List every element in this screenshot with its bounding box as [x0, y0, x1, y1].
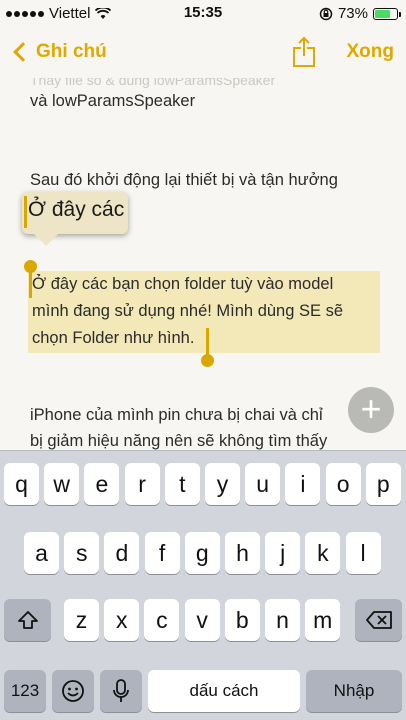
key-u[interactable]: u [245, 463, 281, 505]
key-j[interactable]: j [265, 532, 301, 574]
selected-line: chọn Folder như hình. [32, 329, 195, 347]
keyboard: qwertyuiop asdfghjkl zxcvbnm 123 dấu các… [0, 450, 406, 720]
key-q[interactable]: q [4, 463, 39, 505]
key-z[interactable]: z [64, 599, 99, 641]
key-h[interactable]: h [225, 532, 260, 574]
backspace-key[interactable] [355, 599, 402, 641]
dictation-key[interactable] [100, 670, 142, 712]
back-label: Ghi chú [36, 41, 107, 62]
key-r[interactable]: r [124, 463, 160, 505]
space-key[interactable]: dấu cách [148, 670, 300, 712]
emoji-icon [62, 680, 84, 702]
key-s[interactable]: s [64, 532, 100, 574]
key-x[interactable]: x [104, 599, 140, 641]
note-line-faded: Thay file so & dung lowParamsSpeaker [30, 78, 276, 88]
note-line: bị giảm hiệu năng nên sẽ không tìm thấy [30, 432, 328, 450]
selection-end-caret [206, 328, 209, 356]
key-y[interactable]: y [205, 463, 240, 505]
key-p[interactable]: p [365, 463, 401, 505]
plus-icon[interactable]: + [348, 387, 394, 433]
key-m[interactable]: m [305, 599, 341, 641]
key-g[interactable]: g [184, 532, 220, 574]
key-b[interactable]: b [224, 599, 260, 641]
text-magnifier: Ở đây các [22, 192, 128, 246]
back-button[interactable]: Ghi chú [12, 41, 107, 63]
share-icon[interactable] [290, 36, 318, 68]
key-l[interactable]: l [345, 532, 381, 574]
note-line: Sau đó khởi động lại thiết bị và tận hưở… [30, 171, 338, 189]
magnifier-text: Ở đây các [28, 198, 125, 221]
battery-icon [373, 7, 401, 20]
return-key[interactable]: Nhập [306, 670, 402, 712]
key-c[interactable]: c [144, 599, 180, 641]
nav-bar: Ghi chú Xong [0, 28, 406, 78]
key-w[interactable]: w [44, 463, 80, 505]
selected-line: mình đang sử dụng nhé! Mình dùng SE sẽ [32, 302, 344, 320]
selection-start-caret [29, 268, 32, 298]
key-i[interactable]: i [285, 463, 321, 505]
key-t[interactable]: t [164, 463, 200, 505]
key-a[interactable]: a [24, 532, 59, 574]
key-n[interactable]: n [265, 599, 300, 641]
key-v[interactable]: v [184, 599, 220, 641]
key-e[interactable]: e [84, 463, 120, 505]
numbers-key[interactable]: 123 [4, 670, 46, 712]
key-d[interactable]: d [104, 532, 140, 574]
shift-key[interactable] [4, 599, 51, 641]
backspace-icon [365, 611, 392, 629]
note-line: và lowParamsSpeaker [30, 92, 196, 110]
done-button[interactable]: Xong [347, 41, 395, 63]
note-body[interactable]: Thay file so & dung lowParamsSpeaker và … [0, 78, 406, 450]
chevron-left-icon [13, 42, 33, 62]
status-bar: Viettel 15:35 73% [0, 0, 406, 28]
shift-icon [17, 611, 38, 629]
note-line: iPhone của mình pin chưa bị chai và chỉ [30, 406, 323, 424]
microphone-icon [113, 679, 129, 702]
rotation-lock-icon [319, 7, 333, 20]
selection-end-handle[interactable] [201, 354, 214, 367]
magnifier-caret [24, 196, 27, 228]
key-f[interactable]: f [144, 532, 180, 574]
key-k[interactable]: k [305, 532, 341, 574]
key-o[interactable]: o [325, 463, 361, 505]
emoji-key[interactable] [52, 670, 94, 712]
battery-percent: 73% [337, 5, 368, 22]
selected-line: Ở đây các bạn chọn folder tuỳ vào model [32, 275, 334, 293]
